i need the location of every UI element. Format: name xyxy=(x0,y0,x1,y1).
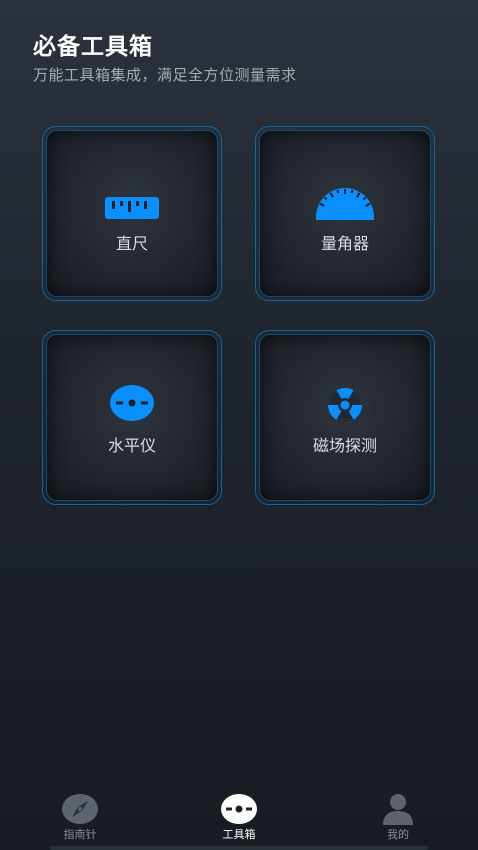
page-title: 必备工具箱 xyxy=(33,34,153,60)
tool-card-level[interactable]: 水平仪 xyxy=(42,330,222,505)
toolbox-icon xyxy=(221,794,257,824)
page-subtitle: 万能工具箱集成，满足全方位测量需求 xyxy=(33,66,297,84)
user-icon xyxy=(383,794,413,825)
tab-label-toolbox: 工具箱 xyxy=(222,828,256,841)
protractor-icon xyxy=(316,188,374,220)
tab-toolbox[interactable]: 工具箱 xyxy=(199,793,279,842)
tab-label-profile: 我的 xyxy=(387,828,409,841)
magnetic-field-icon xyxy=(328,388,362,422)
tool-label-magnetic: 磁场探测 xyxy=(312,436,377,455)
ruler-icon xyxy=(105,197,159,219)
tool-label-ruler: 直尺 xyxy=(115,234,148,253)
level-icon xyxy=(110,385,154,421)
tool-card-magnetic[interactable]: 磁场探测 xyxy=(255,330,435,505)
tab-label-compass: 指南针 xyxy=(63,828,97,841)
compass-icon xyxy=(62,794,98,824)
header: 必备工具箱 万能工具箱集成，满足全方位测量需求 xyxy=(33,30,297,85)
tool-label-protractor: 量角器 xyxy=(320,234,369,253)
tab-profile[interactable]: 我的 xyxy=(358,793,438,842)
home-indicator xyxy=(50,846,428,850)
tool-label-level: 水平仪 xyxy=(107,436,156,455)
bottom-tab-bar: 指南针 工具箱 我的 xyxy=(0,786,478,850)
tool-card-protractor[interactable]: 量角器 xyxy=(255,126,435,301)
tool-card-ruler[interactable]: 直尺 xyxy=(42,126,222,301)
tab-compass[interactable]: 指南针 xyxy=(40,793,120,842)
